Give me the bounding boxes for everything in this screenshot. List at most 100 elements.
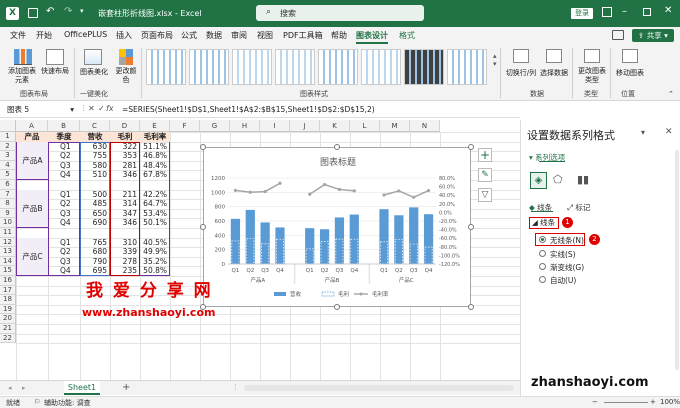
header-cell[interactable]: 产品 [16,132,48,142]
row-header-15[interactable]: 15 [0,266,16,276]
pane-scrollbar[interactable] [675,150,679,370]
column-header-I[interactable]: I [260,120,290,132]
column-header-C[interactable]: C [80,120,110,132]
row-header-1[interactable]: 1 [0,132,16,142]
quick-layout-icon[interactable] [46,49,64,65]
zoom-out-icon[interactable]: − [592,398,598,406]
zoom-slider[interactable] [604,402,648,403]
row-header-18[interactable]: 18 [0,295,16,305]
row-header-16[interactable]: 16 [0,276,16,286]
change-chart-type-button[interactable]: 更改图表类型 [576,67,608,85]
chart-style-3[interactable] [232,49,272,85]
fill-line-icon[interactable]: ◈ [530,172,547,189]
header-cell[interactable]: 季度 [48,132,80,142]
save-icon[interactable] [28,8,38,18]
column-header-J[interactable]: J [290,120,320,132]
sheet-options-icon[interactable]: ⋮ [232,383,239,391]
add-chart-element-icon[interactable] [14,49,32,65]
menu-insert[interactable]: 插入 [116,30,132,41]
chart-styles-button[interactable]: ✎ [478,168,492,182]
horizontal-scrollbar[interactable] [244,385,514,391]
menu-page-layout[interactable]: 页面布局 [141,30,173,41]
switch-row-col-button[interactable]: 切换行/列 [504,68,538,78]
data-cell[interactable]: 40.5% [140,238,170,248]
data-cell[interactable]: 48.4% [140,161,170,171]
chart-style-1[interactable] [146,49,186,85]
accessibility-status[interactable]: 辅助功能: 调查 [44,398,91,408]
name-box-dropdown-icon[interactable]: ▾ [70,104,74,116]
qat-dropdown-icon[interactable]: ▾ [80,7,84,15]
chart-style-5[interactable] [318,49,358,85]
no-line-radio[interactable] [539,236,546,243]
line-section-header[interactable]: ◢ 线条 [529,217,559,229]
chart-style-7[interactable] [404,49,444,85]
search-input[interactable]: ⌕ 搜索 [256,5,424,21]
change-chart-type-icon[interactable] [584,49,600,63]
chart-resize-handle[interactable] [334,144,340,150]
row-header-6[interactable]: 6 [0,180,16,190]
chart-beautify-button[interactable]: 图表美化 [78,67,110,77]
column-header-H[interactable]: H [230,120,260,132]
solid-line-radio[interactable] [539,250,546,257]
menu-data[interactable]: 数据 [206,30,222,41]
group-label-cell[interactable]: 产品A [17,141,48,180]
row-header-20[interactable]: 20 [0,314,16,324]
data-cell[interactable]: 46.8% [140,151,170,161]
quick-layout-button[interactable]: 快速布局 [40,67,70,76]
column-header-E[interactable]: E [140,120,170,132]
close-icon[interactable]: ✕ [664,5,672,16]
zoom-in-icon[interactable]: + [650,398,656,406]
change-colors-button[interactable]: 更改颜色 [114,67,138,85]
menu-view[interactable]: 视图 [257,30,273,41]
enter-icon[interactable]: ✓ [98,104,105,113]
chart-style-6[interactable] [361,49,401,85]
data-cell[interactable]: 53.4% [140,209,170,219]
undo-icon[interactable]: ↶ [46,6,54,17]
move-chart-icon[interactable] [622,49,638,63]
menu-formulas[interactable]: 公式 [181,30,197,41]
row-header-12[interactable]: 12 [0,237,16,248]
menu-help[interactable]: 帮助 [331,30,347,41]
column-header-F[interactable]: F [170,120,200,132]
row-header-4[interactable]: 4 [0,160,16,171]
select-data-icon[interactable] [546,49,562,63]
series-options-icon[interactable]: ▮▮ [577,173,589,186]
menu-format[interactable]: 格式 [399,30,415,41]
column-header-L[interactable]: L [350,120,380,132]
row-header-10[interactable]: 10 [0,218,16,228]
header-cell[interactable]: 营收 [80,132,110,142]
column-header-N[interactable]: N [410,120,440,132]
chart-style-2[interactable] [189,49,229,85]
data-cell[interactable]: 50.8% [140,266,170,276]
chart-resize-handle[interactable] [200,144,206,150]
header-cell[interactable]: 毛利率 [140,132,170,142]
chart-container[interactable]: 图表标题 1200 1000 800 600 400 200 0 80.0% 60.0% 40.0%… [203,147,471,307]
row-header-2[interactable]: 2 [0,141,16,152]
column-header-B[interactable]: B [48,120,80,132]
chart-style-4[interactable] [275,49,315,85]
row-header-19[interactable]: 19 [0,304,16,315]
insert-function-icon[interactable]: fx [106,104,114,113]
row-header-21[interactable]: 21 [0,324,16,334]
column-header-M[interactable]: M [380,120,410,132]
row-header-8[interactable]: 8 [0,199,16,209]
group-label-cell[interactable]: 产品C [17,237,48,276]
select-data-button[interactable]: 选择数据 [540,68,568,78]
select-all-corner[interactable] [0,120,16,132]
row-header-14[interactable]: 14 [0,256,16,267]
menu-officeplus[interactable]: OfficePLUS [64,30,107,39]
gradient-line-radio[interactable] [539,263,546,270]
pane-options-icon[interactable]: ▾ [641,128,645,137]
zoom-level[interactable]: 100% [660,398,680,406]
data-cell[interactable]: 35.2% [140,257,170,267]
column-header-K[interactable]: K [320,120,350,132]
cancel-icon[interactable]: ✕ [88,104,95,113]
data-cell[interactable]: 51.1% [140,142,170,152]
maximize-icon[interactable] [643,8,651,16]
next-sheet-icon[interactable]: ▸ [22,384,26,392]
redo-icon[interactable]: ↷ [64,6,72,17]
column-header-A[interactable]: A [16,120,48,132]
automatic-line-radio[interactable] [539,276,546,283]
column-header-D[interactable]: D [110,120,140,132]
add-chart-element-button[interactable]: 添加图表元素 [6,67,38,85]
